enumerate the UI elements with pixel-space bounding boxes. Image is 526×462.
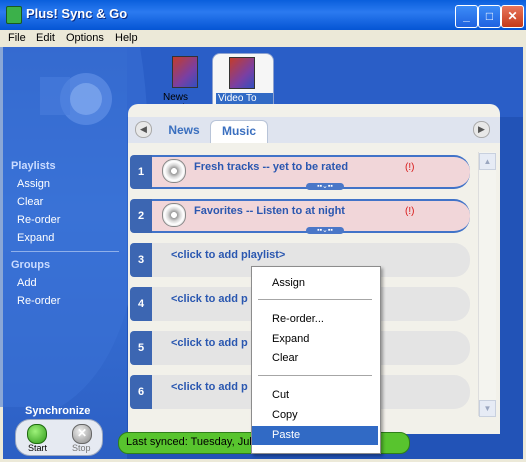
tab-music[interactable]: Music	[210, 120, 268, 143]
last-synced-text: Last synced: Tuesday, Jul	[126, 436, 252, 448]
app-icon	[6, 6, 22, 24]
playlist-number: 4	[130, 287, 152, 321]
scroll-right-button[interactable]: ▶	[473, 121, 490, 138]
tab-news[interactable]: News	[161, 120, 207, 142]
playlist-number: 2	[130, 199, 152, 233]
menu-separator	[258, 375, 372, 376]
minimize-button[interactable]: _	[455, 5, 478, 28]
sidebar-divider	[11, 251, 119, 252]
playlists-title: Playlists	[11, 160, 56, 172]
close-button[interactable]: ✕	[501, 5, 524, 28]
sidebar-add-group[interactable]: Add	[17, 277, 37, 289]
menu-item-paste[interactable]: Paste	[252, 426, 378, 445]
playlist-title: Fresh tracks -- yet to be rated	[194, 161, 349, 173]
menu-edit[interactable]: Edit	[36, 32, 55, 44]
start-button[interactable]	[27, 424, 47, 444]
video-to-go-icon	[229, 57, 255, 89]
playlist-title: <click to add playlist>	[171, 249, 286, 261]
maximize-button[interactable]: □	[478, 5, 501, 28]
sidebar-assign[interactable]: Assign	[17, 178, 50, 190]
news-card-icon	[172, 56, 198, 88]
warning-indicator: (!)	[405, 162, 415, 173]
menu-item-expand[interactable]: Expand	[252, 330, 378, 349]
menu-separator	[258, 299, 372, 300]
chevron-left-icon: ◀	[140, 124, 147, 134]
stop-icon: ✕	[76, 426, 88, 440]
menu-help[interactable]: Help	[115, 32, 138, 44]
scroll-down-button[interactable]: ▼	[479, 400, 496, 417]
playlist-number: 6	[130, 375, 152, 409]
playlist-title: <click to add p	[171, 337, 248, 349]
expand-handle[interactable]: ▪▪⌄▪▪	[306, 227, 344, 234]
menu-item-clear[interactable]: Clear	[252, 349, 378, 368]
scroll-left-button[interactable]: ◀	[135, 121, 152, 138]
menu-item-copy[interactable]: Copy	[252, 406, 378, 425]
menu-item-cut[interactable]: Cut	[252, 386, 378, 405]
device-tab-video-to-go[interactable]: Video To Go	[212, 53, 274, 115]
playlist-title: <click to add p	[171, 293, 248, 305]
playlist-title: <click to add p	[171, 381, 248, 393]
playlist-number: 3	[130, 243, 152, 277]
device-tab-news-card[interactable]: News Card	[160, 53, 210, 114]
groups-title: Groups	[11, 259, 51, 271]
sidebar-expand[interactable]: Expand	[17, 232, 54, 244]
menu-options[interactable]: Options	[66, 32, 104, 44]
vertical-scrollbar[interactable]	[478, 152, 496, 416]
window-title: Plus! Sync & Go	[26, 6, 128, 21]
cd-icon	[162, 159, 186, 183]
chevron-right-icon: ▶	[478, 124, 485, 134]
expand-handle[interactable]: ▪▪⌄▪▪	[306, 183, 344, 190]
cd-icon	[162, 203, 186, 227]
scroll-up-button[interactable]: ▲	[479, 153, 496, 170]
sidebar-reorder-groups[interactable]: Re-order	[17, 295, 60, 307]
warning-indicator: (!)	[405, 206, 415, 217]
menu-item-reorder[interactable]: Re-order...	[252, 310, 378, 329]
sidebar-reorder[interactable]: Re-order	[17, 214, 60, 226]
synchronize-title: Synchronize	[25, 405, 91, 417]
minimize-icon: _	[463, 9, 470, 23]
close-icon: ✕	[507, 9, 518, 23]
sidebar-clear[interactable]: Clear	[17, 196, 43, 208]
menu-file[interactable]: File	[8, 32, 26, 44]
playlist-number: 1	[130, 155, 152, 189]
playlist-title: Favorites -- Listen to at night	[194, 205, 345, 217]
start-label: Start	[28, 443, 48, 453]
playlist-number: 5	[130, 331, 152, 365]
stop-label: Stop	[72, 443, 91, 453]
chevron-down-icon: ▼	[483, 404, 492, 413]
maximize-icon: □	[485, 9, 494, 23]
stop-button[interactable]: ✕	[72, 424, 92, 444]
chevron-up-icon: ▲	[483, 157, 492, 166]
menu-item-assign[interactable]: Assign	[252, 274, 378, 293]
